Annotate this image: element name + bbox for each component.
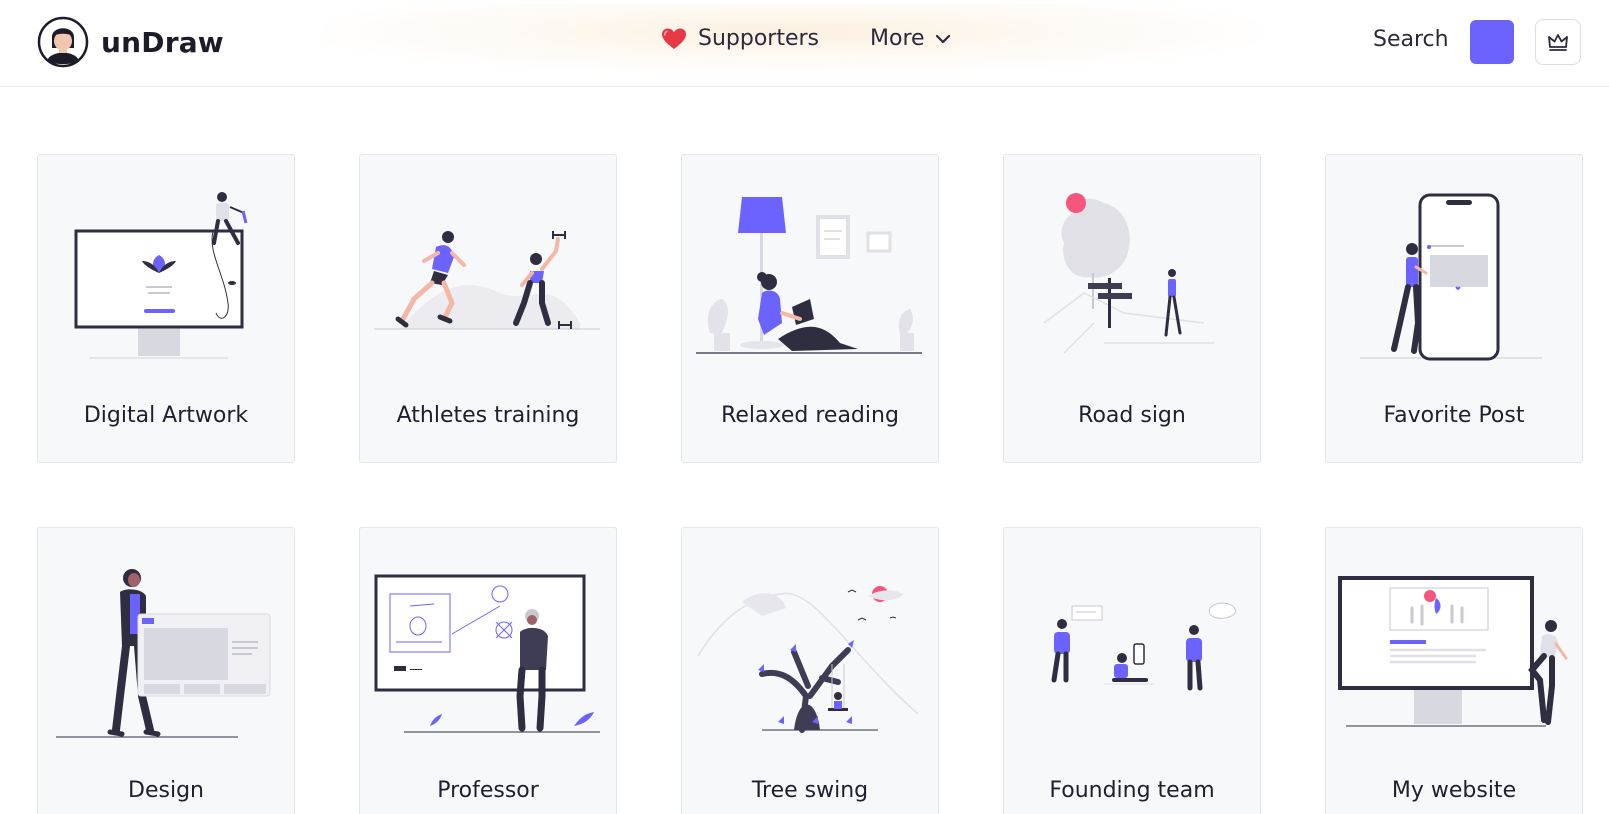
illustration-title: Digital Artwork — [83, 403, 249, 428]
brand-name: unDraw — [101, 25, 224, 59]
undraw-logo-icon — [37, 16, 89, 68]
illustration-card[interactable]: My website — [1325, 527, 1583, 814]
illustration-title: Favorite Post — [1383, 403, 1525, 428]
illustration-card[interactable]: Road sign — [1003, 154, 1261, 463]
illustration-card[interactable]: Athletes training — [359, 154, 617, 463]
illustration-title: Athletes training — [396, 403, 580, 428]
design-illustration-icon — [56, 569, 271, 738]
phone-illustration-icon — [1360, 193, 1542, 361]
website-illustration-icon — [1338, 576, 1568, 727]
reading-illustration-icon — [696, 197, 922, 354]
monitor-illustration-icon — [74, 192, 248, 359]
accent-color-picker[interactable] — [1470, 20, 1514, 64]
illustration-card[interactable]: Design — [37, 527, 295, 814]
top-navbar: unDraw Supporters More Search — [0, 0, 1609, 87]
nav-more-dropdown[interactable]: More — [870, 26, 951, 51]
professor-illustration-icon — [374, 574, 600, 733]
illustration-title: My website — [1391, 778, 1517, 803]
chevron-down-icon — [935, 34, 950, 43]
illustration-title: Tree swing — [751, 778, 869, 803]
illustration-title: Road sign — [1078, 403, 1186, 428]
illustration-title: Relaxed reading — [721, 403, 899, 428]
road-sign-illustration-icon — [1043, 193, 1214, 354]
illustration-title: Founding team — [1049, 778, 1215, 803]
illustration-title: Design — [128, 778, 204, 803]
tree-swing-illustration-icon — [697, 586, 919, 733]
illustration-card[interactable]: Relaxed reading — [681, 154, 939, 463]
athletes-illustration-icon — [374, 231, 600, 330]
nav-supporters-label: Supporters — [698, 26, 820, 51]
heart-icon — [662, 28, 686, 49]
illustration-card[interactable]: Tree swing — [681, 527, 939, 814]
search-button[interactable]: Search — [1373, 27, 1449, 52]
illustration-title: Professor — [437, 778, 539, 803]
premium-button[interactable] — [1535, 19, 1581, 65]
illustration-card[interactable]: Founding team — [1003, 527, 1261, 814]
nav-supporters-link[interactable]: Supporters — [662, 26, 819, 51]
crown-icon — [1548, 34, 1568, 51]
team-illustration-icon — [1051, 602, 1237, 691]
illustration-card[interactable]: Digital Artwork — [37, 154, 295, 463]
nav-more-label: More — [870, 26, 925, 51]
illustration-card[interactable]: Favorite Post — [1325, 154, 1583, 463]
illustration-card[interactable]: Professor — [359, 527, 617, 814]
brand-home-link[interactable]: unDraw — [37, 16, 224, 68]
